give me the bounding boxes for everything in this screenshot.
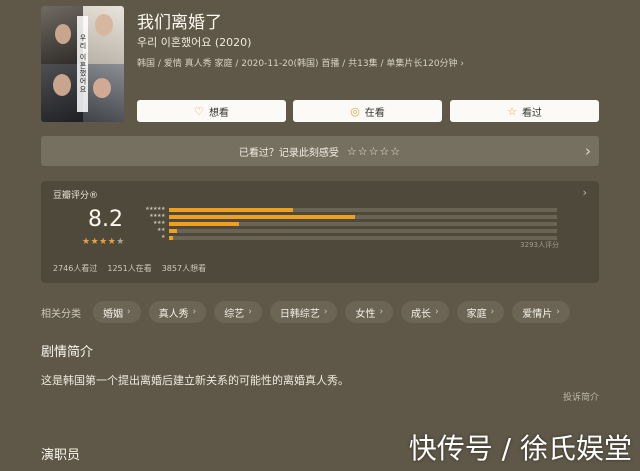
synopsis-heading: 剧情简介 [41, 345, 94, 360]
distribution-fill [169, 229, 177, 233]
category-tag-label: 爱情片 [522, 308, 553, 320]
poster-image[interactable]: 우리 이혼했어요 [41, 6, 124, 122]
category-tag-label: 家庭 [466, 308, 487, 320]
category-tag-label: 综艺 [224, 308, 245, 320]
distribution-stars: ★ [161, 234, 165, 240]
watched-button[interactable]: ☆ 看过 [450, 100, 599, 122]
score-footer: 2746人看过 1251人在看 3857人想看 [53, 263, 206, 274]
target-icon: ◎ [350, 104, 360, 118]
distribution-track [169, 215, 557, 219]
category-tag[interactable]: 爱情片 › [512, 301, 570, 323]
watching-count: 1251人在看 [107, 264, 152, 273]
distribution-stars: ★★★★★ [145, 206, 165, 212]
score-value: 8.2 [88, 207, 123, 232]
category-tag-label: 女性 [355, 308, 376, 320]
chevron-right-icon: › [585, 142, 591, 160]
chevron-right-icon: › [556, 307, 560, 317]
distribution-fill [169, 215, 356, 219]
watched-count: 2746人看过 [53, 264, 98, 273]
poster-quadrant [83, 6, 124, 64]
chevron-right-icon: › [490, 307, 495, 317]
distribution-fill [169, 208, 294, 212]
report-synopsis-link[interactable]: 投诉简介 [563, 390, 599, 403]
category-tag-label: 婚姻 [103, 308, 123, 320]
chevron-right-icon: › [379, 307, 384, 317]
category-tag[interactable]: 女性 › [345, 301, 394, 323]
category-tag-label: 真人秀 [158, 308, 189, 320]
chevron-right-icon: › [323, 307, 328, 317]
want-to-watch-label: 想看 [208, 107, 229, 119]
chevron-right-icon: › [248, 307, 252, 317]
original-title: 우리 이혼했어요 (2020) [137, 36, 252, 49]
watched-label: 看过 [521, 107, 542, 119]
score-stars: ★★★★★ [82, 237, 125, 247]
rate-prompt-text: 已看过？记录此刻感受 [238, 147, 339, 159]
watching-button[interactable]: ◎ 在看 [293, 100, 442, 122]
chevron-right-icon: › [127, 307, 131, 317]
chevron-right-icon: › [192, 307, 197, 317]
category-tag[interactable]: 婚姻 › [93, 301, 141, 323]
category-tag[interactable]: 真人秀 › [148, 301, 207, 323]
rate-prompt-bar[interactable]: 已看过？记录此刻感受 ☆☆☆☆☆ › [41, 136, 599, 166]
category-tag-label: 日韩综艺 [279, 308, 320, 320]
watching-label: 在看 [364, 107, 385, 119]
star-icon: ☆ [507, 104, 517, 118]
poster-quadrant [83, 64, 124, 122]
rating-stars-input[interactable]: ☆☆☆☆☆ [347, 145, 401, 158]
rating-count: 3293人评分 [520, 241, 559, 249]
distribution-stars: ★★★ [153, 220, 165, 226]
distribution-track [169, 229, 557, 233]
want-to-watch-button[interactable]: ♡ 想看 [137, 100, 286, 122]
category-tags: 相关分类 婚姻 › 真人秀 › 综艺 › 日韩综艺 › 女性 › 成长 › 家庭 › 爱情片 › [41, 301, 570, 323]
category-tag[interactable]: 家庭 › [456, 301, 505, 323]
watermark: 快传号 / 徐氏娱堂 [408, 432, 632, 465]
distribution-track [169, 208, 557, 212]
distribution-stars: ★★★★ [149, 213, 165, 219]
score-card[interactable]: 豆瓣评分® › 8.2 ★★★★★ ★★★★★ ★★★★ ★★★ ★★ ★ 32… [41, 181, 599, 283]
chevron-right-icon: › [582, 186, 587, 199]
wish-count: 3857人想看 [161, 264, 207, 273]
distribution-fill [169, 236, 173, 240]
poster-title-text: 우리 이혼했어요 [77, 16, 88, 112]
score-source-label: 豆瓣评分® [53, 191, 99, 201]
category-tag[interactable]: 成长 › [401, 301, 449, 323]
distribution-track [169, 222, 557, 226]
meta-info-link[interactable]: 韩国 / 爱情 真人秀 家庭 / 2020-11-20(韩国) 首播 / 共13… [137, 56, 464, 69]
distribution-stars: ★★ [157, 227, 165, 233]
heart-plus-icon: ♡ [194, 104, 204, 118]
chevron-right-icon: › [435, 307, 439, 317]
score-stars-on: ★★★★ [82, 237, 117, 247]
cast-heading: 演职员 [41, 448, 81, 463]
synopsis-text: 这是韩国第一个提出离婚后建立新关系的可能性的离婚真人秀。 [41, 374, 349, 387]
distribution-fill [169, 222, 239, 226]
category-tag-label: 成长 [411, 308, 432, 320]
category-tag[interactable]: 日韩综艺 › [269, 301, 338, 323]
category-tag[interactable]: 综艺 › [214, 301, 262, 323]
page-title: 我们离婚了 [137, 13, 222, 33]
category-head: 相关分类 [41, 308, 81, 320]
distribution-track [169, 236, 557, 240]
score-stars-off: ★ [116, 237, 125, 247]
